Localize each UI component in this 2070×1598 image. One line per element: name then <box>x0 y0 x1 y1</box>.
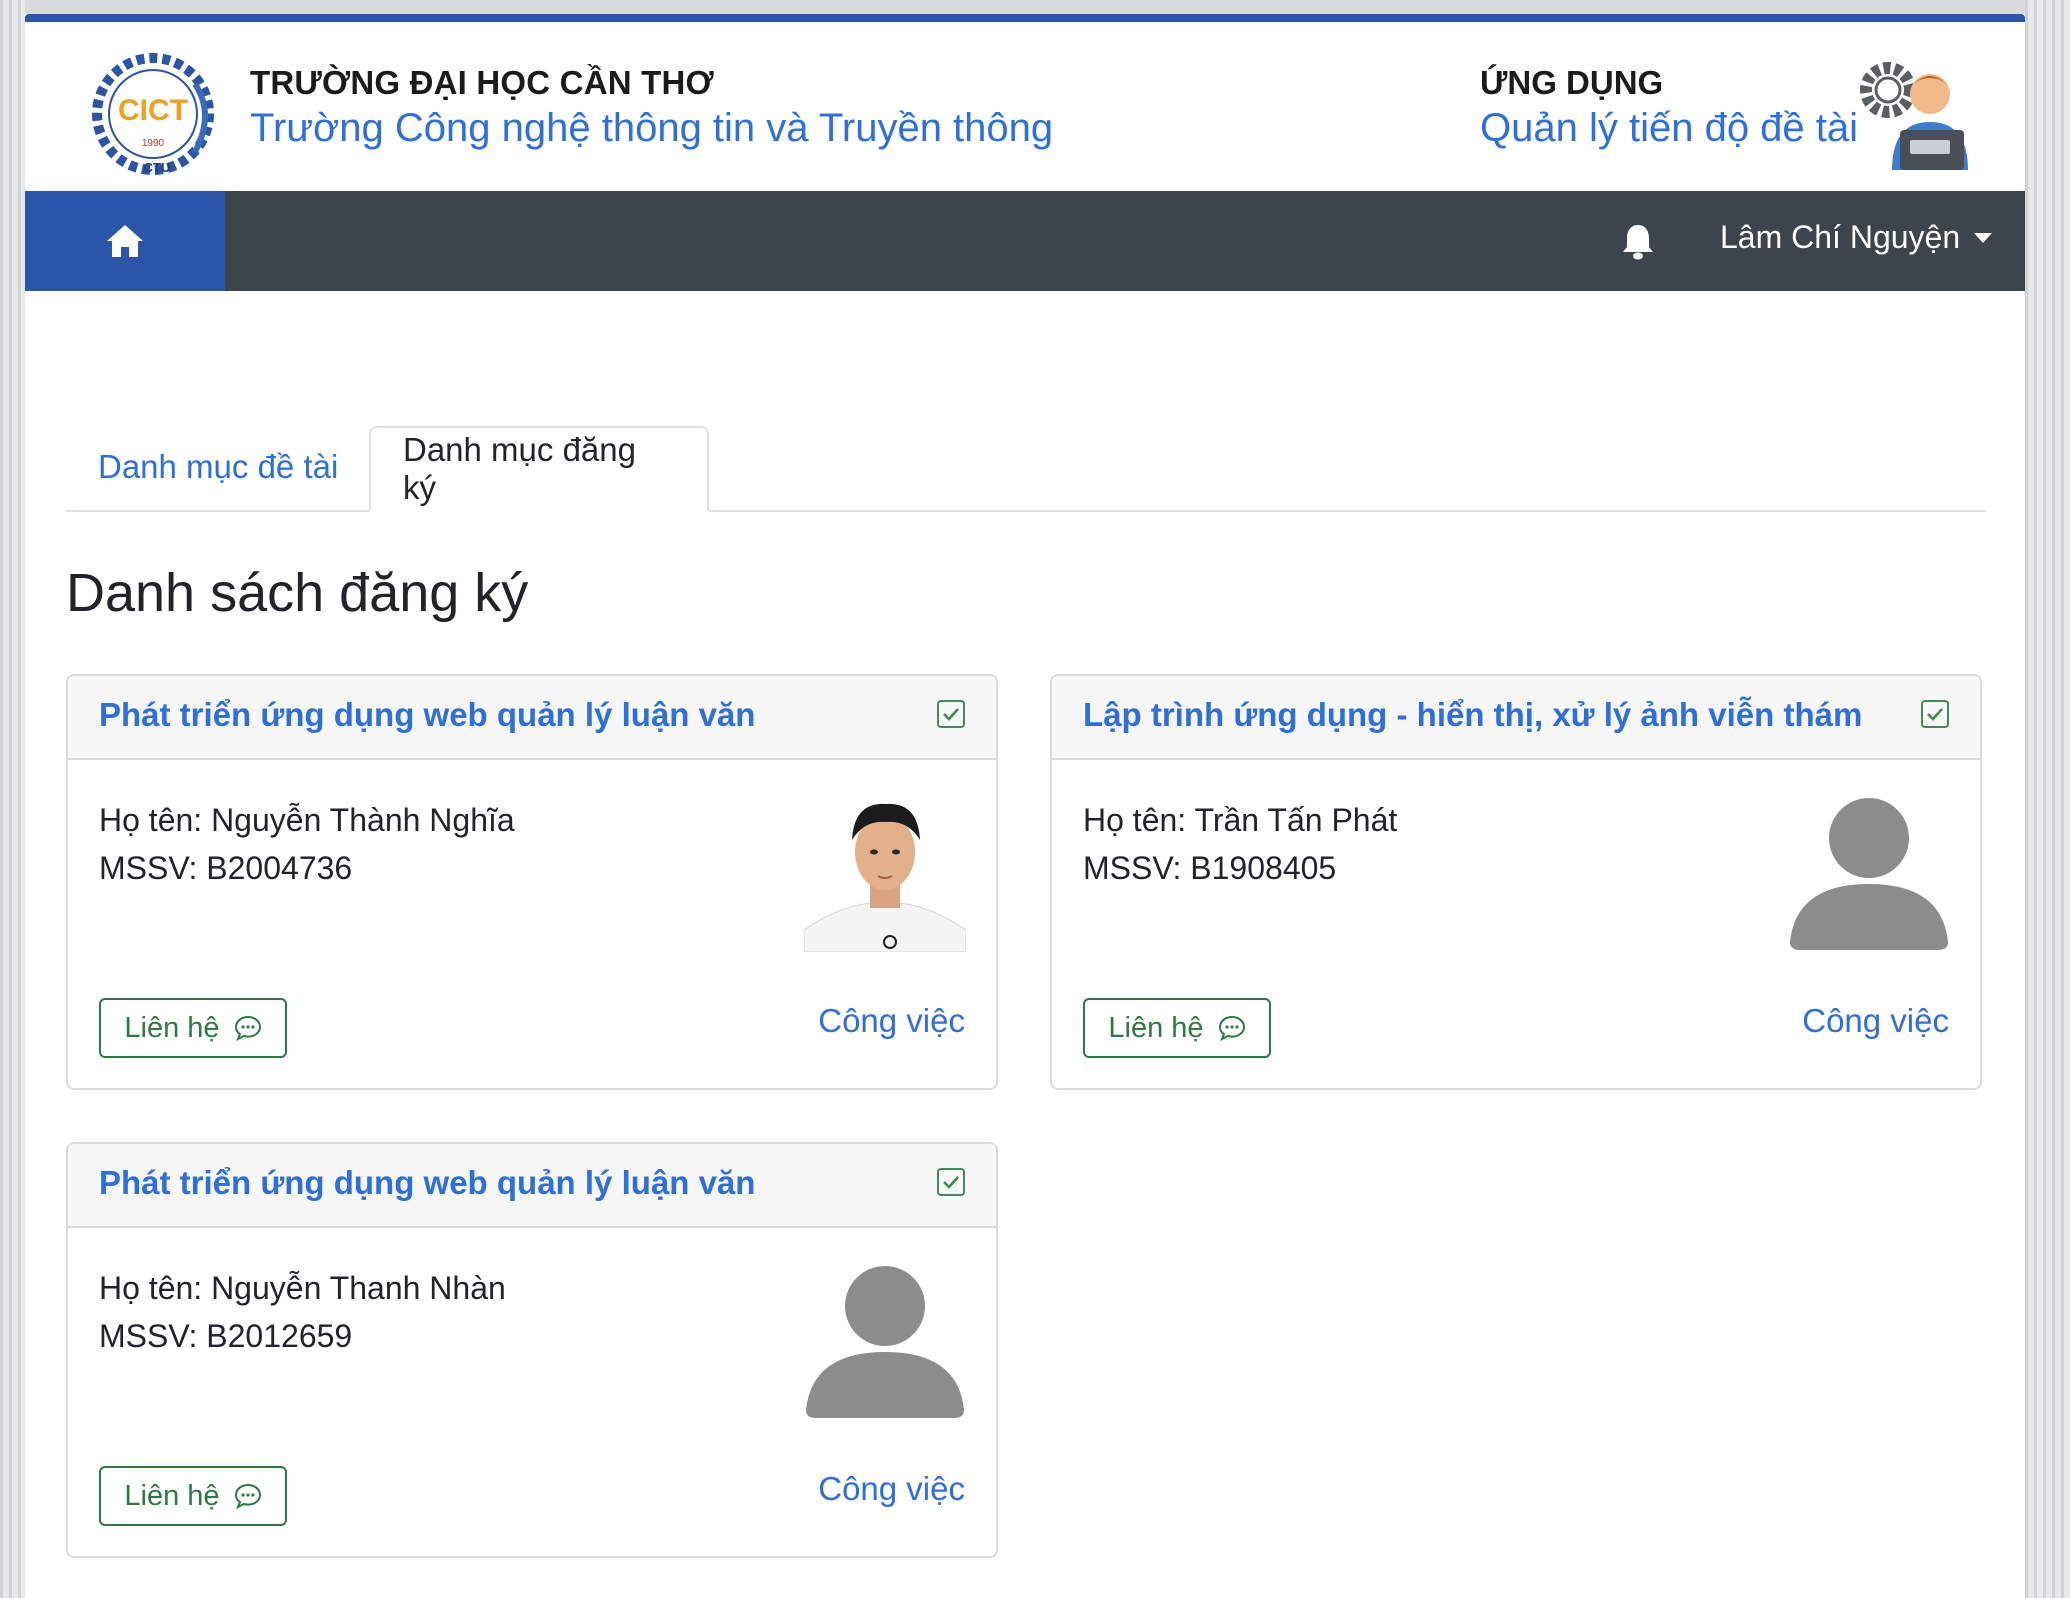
student-photo <box>804 790 966 952</box>
chat-dots-icon <box>234 1015 261 1041</box>
developer-gear-icon <box>1860 62 1968 170</box>
student-id: MSSV: B2012659 <box>99 1318 353 1354</box>
background-right <box>2025 0 2070 1598</box>
work-link[interactable]: Công việc <box>1802 1002 1949 1040</box>
app-name: Quản lý tiến độ đề tài <box>1480 106 1859 150</box>
registration-card: Phát triển ứng dụng web quản lý luận văn… <box>66 674 998 1090</box>
chat-dots-icon <box>234 1483 261 1509</box>
card-title[interactable]: Phát triển ứng dụng web quản lý luận văn <box>99 1164 755 1202</box>
page-title: Danh sách đăng ký <box>66 563 529 623</box>
approved-check-icon <box>937 700 965 728</box>
student-info: Họ tên: Trần Tấn Phát MSSV: B1908405 <box>1083 796 1397 892</box>
tab-bar: Danh mục đề tài Danh mục đăng ký <box>66 426 1986 512</box>
registration-card: Lập trình ứng dụng - hiển thị, xử lý ảnh… <box>1050 674 1982 1090</box>
app-block: ỨNG DỤNG Quản lý tiến độ đề tài <box>1480 64 1858 151</box>
card-body: Họ tên: Nguyễn Thanh Nhàn MSSV: B2012659… <box>68 1228 996 1556</box>
contact-button[interactable]: Liên hệ <box>99 1466 287 1526</box>
registration-card: Phát triển ứng dụng web quản lý luận văn… <box>66 1142 998 1558</box>
caret-down-icon <box>1974 232 1993 243</box>
card-header: Lập trình ứng dụng - hiển thị, xử lý ảnh… <box>1052 676 1980 760</box>
home-button[interactable] <box>25 191 225 291</box>
card-title[interactable]: Phát triển ứng dụng web quản lý luận văn <box>99 696 755 734</box>
app-label: ỨNG DỤNG <box>1480 64 1664 101</box>
default-avatar-icon <box>1790 798 1948 950</box>
chat-dots-icon <box>1218 1015 1245 1041</box>
default-avatar-icon <box>806 1266 964 1418</box>
work-link[interactable]: Công việc <box>818 1470 965 1508</box>
card-body: Họ tên: Trần Tấn Phát MSSV: B1908405 Liê… <box>1052 760 1980 1088</box>
tab-registration-catalog[interactable]: Danh mục đăng ký <box>369 426 709 512</box>
contact-label: Liên hệ <box>124 1479 220 1512</box>
card-title[interactable]: Lập trình ứng dụng - hiển thị, xử lý ảnh… <box>1083 696 1862 734</box>
navbar: Lâm Chí Nguyện <box>25 191 2025 291</box>
svg-text:1990: 1990 <box>142 138 165 149</box>
student-id: MSSV: B1908405 <box>1083 850 1337 886</box>
college-name: Trường Công nghệ thông tin và Truyền thô… <box>250 106 1054 150</box>
card-header: Phát triển ứng dụng web quản lý luận văn <box>68 676 996 760</box>
approved-check-icon <box>1921 700 1949 728</box>
top-accent-bar <box>25 14 2025 22</box>
contact-button[interactable]: Liên hệ <box>1083 998 1271 1058</box>
contact-label: Liên hệ <box>124 1011 220 1044</box>
tab-topic-catalog[interactable]: Danh mục đề tài <box>66 426 370 508</box>
svg-text:CTU: CTU <box>144 160 171 175</box>
page: CICT 1990 CTU TRƯỜNG ĐẠI HỌC CẦN THƠ Trư… <box>25 14 2025 1598</box>
student-name: Họ tên: Trần Tấn Phát <box>1083 802 1398 838</box>
university-title: TRƯỜNG ĐẠI HỌC CẦN THƠ <box>250 64 714 101</box>
user-name: Lâm Chí Nguyện <box>1720 219 1961 255</box>
student-name: Họ tên: Nguyễn Thanh Nhàn <box>99 1270 506 1306</box>
cict-logo: CICT 1990 CTU <box>92 53 214 175</box>
contact-label: Liên hệ <box>1108 1011 1204 1044</box>
bell-icon[interactable] <box>1620 223 1656 261</box>
student-info: Họ tên: Nguyễn Thanh Nhàn MSSV: B2012659 <box>99 1264 506 1360</box>
contact-button[interactable]: Liên hệ <box>99 998 287 1058</box>
site-header: CICT 1990 CTU TRƯỜNG ĐẠI HỌC CẦN THƠ Trư… <box>25 22 2025 191</box>
university-block: TRƯỜNG ĐẠI HỌC CẦN THƠ Trường Công nghệ … <box>250 64 1053 151</box>
student-name: Họ tên: Nguyễn Thành Nghĩa <box>99 802 515 838</box>
user-dropdown[interactable]: Lâm Chí Nguyện <box>1720 219 1993 256</box>
background-left <box>0 0 25 1598</box>
student-id: MSSV: B2004736 <box>99 850 353 886</box>
approved-check-icon <box>937 1168 965 1196</box>
card-body: Họ tên: Nguyễn Thành Nghĩa MSSV: B200473… <box>68 760 996 1088</box>
logo-text: CICT <box>118 94 188 127</box>
student-info: Họ tên: Nguyễn Thành Nghĩa MSSV: B200473… <box>99 796 515 892</box>
work-link[interactable]: Công việc <box>818 1002 965 1040</box>
card-header: Phát triển ứng dụng web quản lý luận văn <box>68 1144 996 1228</box>
home-icon <box>107 225 143 257</box>
